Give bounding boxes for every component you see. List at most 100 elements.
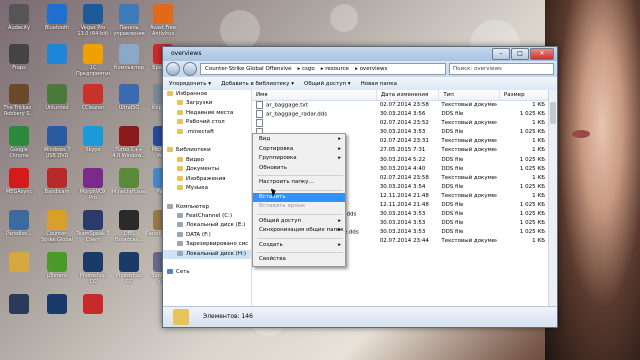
column-size[interactable]: Размер bbox=[500, 90, 550, 100]
explorer-window[interactable]: overviews – □ ✕ Counter-Strike Global Of… bbox=[162, 46, 558, 328]
drive-icon bbox=[177, 231, 183, 237]
desktop-icon[interactable]: Компьютер bbox=[112, 42, 146, 82]
desktop-icon[interactable]: Minecraft.exe bbox=[112, 166, 146, 206]
breadcrumb-item[interactable]: ▸ overviews bbox=[355, 66, 387, 72]
desktop-icon[interactable]: Paradise... bbox=[2, 208, 36, 248]
nav-item[interactable]: Локальный диск (E:) bbox=[163, 221, 251, 230]
desktop-icon[interactable]: UltraISO bbox=[112, 82, 146, 122]
maximize-button[interactable]: □ bbox=[511, 48, 529, 60]
desktop-icon[interactable]: MorphVOX Pro bbox=[76, 166, 110, 206]
desktop-icon[interactable]: OBS Broadcas... bbox=[112, 208, 146, 248]
file-row[interactable]: ar_baggage.txt 02.07.2014 23:58 Текстовый … bbox=[252, 101, 549, 110]
file-date: 02.07.2014 23:44 bbox=[379, 238, 429, 245]
desktop-icon[interactable]: Turbo C++ 4.0 Window... bbox=[112, 124, 146, 164]
breadcrumb-item[interactable]: Counter-Strike Global Offensive bbox=[205, 66, 291, 72]
nav-item[interactable]: Локальный диск (H:) bbox=[163, 249, 251, 260]
breadcrumb-item[interactable]: ▸ csgo bbox=[297, 66, 314, 72]
share-button[interactable]: Общий доступ bbox=[304, 81, 351, 87]
context-menu-item[interactable]: Сортировка bbox=[253, 145, 345, 155]
nav-item[interactable]: Загрузки bbox=[163, 99, 251, 108]
app-icon bbox=[47, 210, 67, 230]
nav-item-label: Локальный диск (H:) bbox=[186, 250, 246, 257]
new-folder-button[interactable]: Новая папка bbox=[361, 81, 397, 87]
close-button[interactable]: ✕ bbox=[530, 48, 554, 60]
desktop-icon[interactable]: CCleaner bbox=[76, 82, 110, 122]
nav-item[interactable]: Зарезервировано сис bbox=[163, 240, 251, 249]
minimize-button[interactable]: – bbox=[492, 48, 510, 60]
desktop-icon[interactable]: Counter-Strike Global Offe... bbox=[40, 208, 74, 248]
desktop-icon[interactable]: Photoshop CC bbox=[76, 250, 110, 290]
nav-item[interactable]: Избранное bbox=[163, 90, 251, 99]
nav-item[interactable]: Компьютер bbox=[163, 203, 251, 212]
file-row[interactable]: ar_baggage_radar.dds 30.03.2014 3:56 DDS f… bbox=[252, 110, 549, 119]
desktop-icon[interactable]: MEGAsync bbox=[2, 166, 36, 206]
context-menu-item[interactable]: Обновить bbox=[253, 164, 345, 174]
context-menu-item[interactable]: Вид bbox=[253, 135, 345, 145]
context-menu-item[interactable]: Настроить папку... bbox=[253, 178, 345, 188]
file-date: 27.05.2015 7:31 bbox=[379, 147, 426, 154]
context-menu-item[interactable]: Группировка bbox=[253, 154, 345, 164]
desktop-icon[interactable]: Google Chrome bbox=[2, 124, 36, 164]
desktop-icon[interactable]: 1С Предприятие bbox=[76, 42, 110, 82]
desktop-icon[interactable] bbox=[40, 292, 74, 332]
desktop-icon[interactable]: Photoshop CC bbox=[112, 250, 146, 290]
desktop-icon[interactable]: µTorrent bbox=[40, 250, 74, 290]
nav-item[interactable]: Рабочий стол bbox=[163, 118, 251, 127]
column-name[interactable]: Имя bbox=[252, 90, 377, 100]
file-date: 12.11.2014 21:48 bbox=[379, 202, 429, 209]
context-menu-item[interactable]: Свойства bbox=[253, 255, 345, 265]
desktop-icon-label: Компьютер bbox=[114, 65, 144, 71]
nav-item[interactable]: Библиотеки bbox=[163, 146, 251, 155]
desktop-icon[interactable] bbox=[76, 292, 110, 332]
nav-item[interactable]: Музыка bbox=[163, 184, 251, 193]
file-date: 30.03.2014 3:54 bbox=[379, 183, 426, 190]
nav-item[interactable]: Изображения bbox=[163, 175, 251, 184]
nav-item[interactable]: Недавние места bbox=[163, 109, 251, 118]
window-titlebar[interactable]: overviews – □ ✕ bbox=[163, 47, 557, 61]
context-menu-item[interactable]: Общий доступ bbox=[253, 217, 345, 227]
context-menu-item[interactable]: Синхронизация общих папок bbox=[253, 226, 345, 236]
folder-icon bbox=[177, 175, 183, 181]
forward-button[interactable] bbox=[183, 62, 197, 76]
desktop-icon[interactable] bbox=[2, 250, 36, 290]
desktop-icon[interactable]: Avast Free Antivirus bbox=[146, 2, 180, 42]
nav-item[interactable]: DATA (F:) bbox=[163, 231, 251, 240]
desktop-icon[interactable] bbox=[40, 42, 74, 82]
nav-item[interactable]: .minecraft bbox=[163, 128, 251, 137]
desktop-icon[interactable]: TeamSpeak 3 Client bbox=[76, 208, 110, 248]
file-row[interactable]: 02.07.2014 23:52 Текстовый документ 1 КБ bbox=[252, 119, 549, 128]
scrollbar-thumb[interactable] bbox=[550, 102, 556, 124]
search-input[interactable]: Поиск: overviews bbox=[449, 63, 554, 75]
desktop-icon[interactable]: Windows 7 USB DVD Dow... bbox=[40, 124, 74, 164]
nav-item[interactable]: Сеть bbox=[163, 268, 251, 277]
desktop-icon[interactable]: Fraps bbox=[2, 42, 36, 82]
context-menu-item[interactable]: Вставить bbox=[253, 192, 345, 202]
desktop-icon[interactable]: Unturned bbox=[40, 82, 74, 122]
nav-item[interactable]: FeatChannel (C:) bbox=[163, 212, 251, 221]
desktop-icon[interactable]: Bandicam bbox=[40, 166, 74, 206]
context-menu[interactable]: ВидСортировкаГруппировкаОбновить Настроит… bbox=[252, 133, 346, 267]
column-type[interactable]: Тип bbox=[439, 90, 500, 100]
app-icon bbox=[83, 252, 103, 272]
column-date[interactable]: Дата изменения bbox=[377, 90, 440, 100]
nav-item[interactable]: Видео bbox=[163, 156, 251, 165]
nav-item[interactable]: Документы bbox=[163, 165, 251, 174]
desktop-icon[interactable]: Audacity bbox=[2, 2, 36, 42]
desktop-icon[interactable]: Vegas Pro 13.0 (64-bit) bbox=[76, 2, 110, 42]
breadcrumb-item[interactable]: ▸ resource bbox=[321, 66, 349, 72]
file-type: DDS file bbox=[441, 211, 464, 218]
desktop-icon[interactable]: Skype bbox=[76, 124, 110, 164]
add-library-button[interactable]: Добавить в библиотеку bbox=[221, 81, 294, 87]
desktop-icon[interactable]: The Trickaz - Robbery S... bbox=[2, 82, 36, 122]
context-menu-item[interactable]: Создать bbox=[253, 241, 345, 251]
organize-button[interactable]: Упорядочить bbox=[169, 81, 211, 87]
address-bar[interactable]: Counter-Strike Global Offensive ▸ csgo ▸ r… bbox=[200, 63, 446, 75]
desktop-icon[interactable]: Панель управления bbox=[112, 2, 146, 42]
navigation-pane[interactable]: Избранное Загрузки Недавние места Рабочий с… bbox=[163, 90, 252, 307]
vertical-scrollbar[interactable] bbox=[548, 90, 557, 307]
desktop-icon[interactable]: Bluetooth bbox=[40, 2, 74, 42]
back-button[interactable] bbox=[166, 62, 180, 76]
file-date: 30.03.2014 4:40 bbox=[379, 165, 426, 172]
desktop-icon[interactable] bbox=[2, 292, 36, 332]
